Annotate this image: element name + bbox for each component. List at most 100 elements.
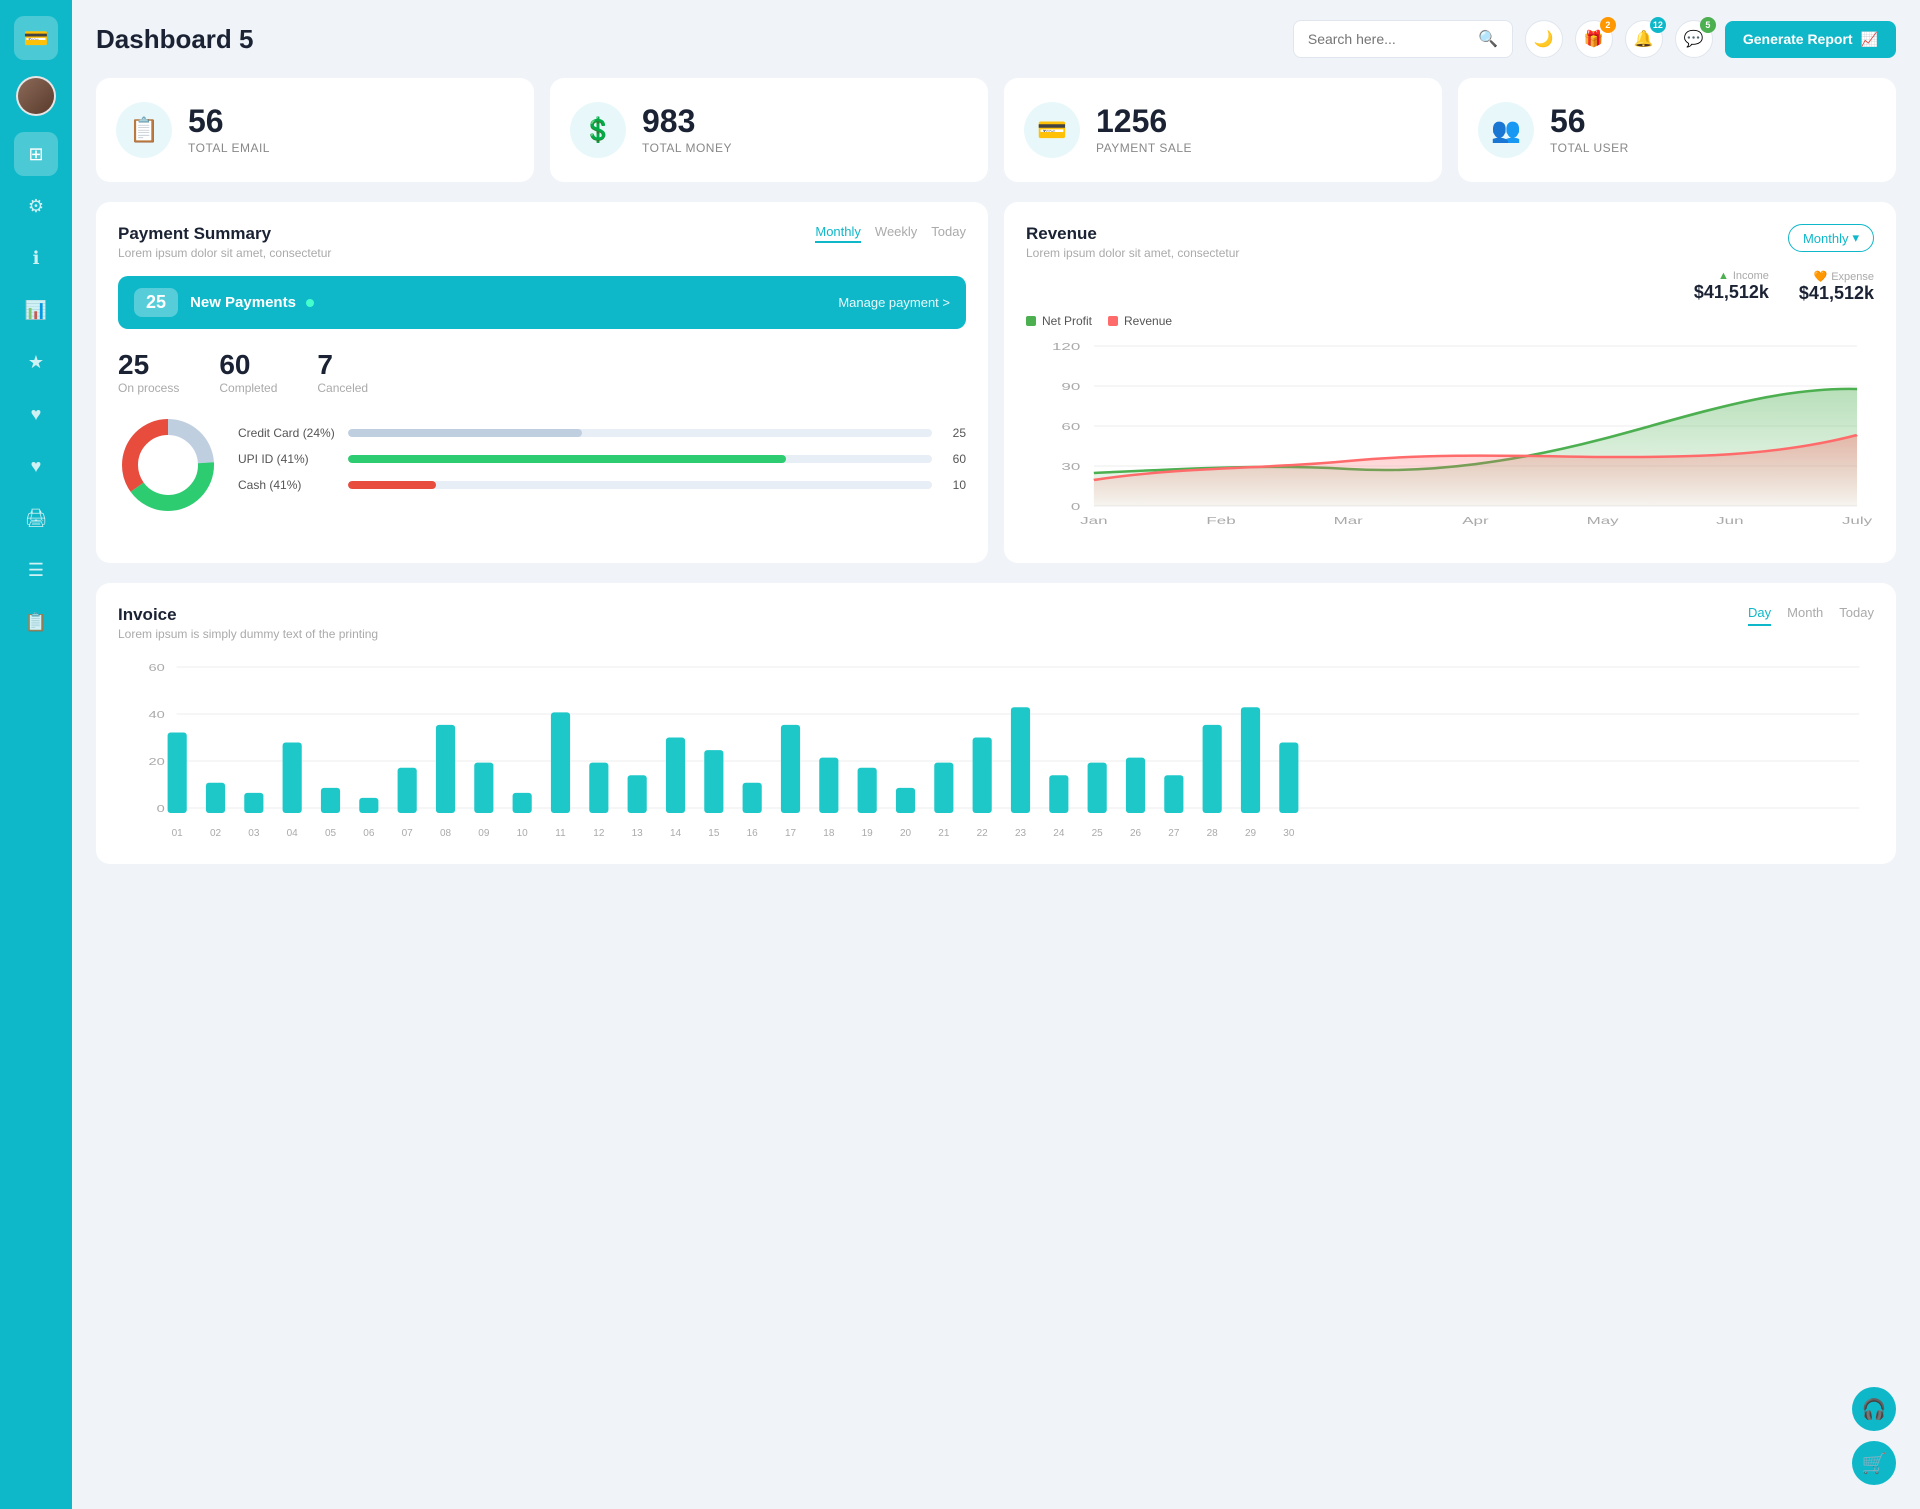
canceled-label: Canceled (317, 381, 368, 395)
page-title: Dashboard 5 (96, 24, 254, 55)
bar-label-upi: UPI ID (41%) (238, 452, 338, 466)
svg-text:May: May (1587, 515, 1619, 526)
svg-text:01: 01 (172, 828, 184, 839)
bar-track-cc (348, 429, 932, 437)
money-value: 983 (642, 105, 732, 137)
svg-text:Jun: Jun (1716, 515, 1743, 526)
chat-badge: 5 (1700, 17, 1716, 33)
donut-chart (118, 415, 218, 515)
tab-today[interactable]: Today (931, 224, 966, 243)
inv-tab-day[interactable]: Day (1748, 605, 1771, 626)
generate-report-button[interactable]: Generate Report 📈 (1725, 21, 1896, 58)
revenue-subtitle: Lorem ipsum dolor sit amet, consectetur (1026, 246, 1239, 260)
tab-weekly[interactable]: Weekly (875, 224, 917, 243)
svg-text:05: 05 (325, 828, 337, 839)
svg-text:20: 20 (900, 828, 912, 839)
stat-info-payment: 1256 PAYMENT SALE (1096, 105, 1192, 155)
chat-button[interactable]: 💬 5 (1675, 20, 1713, 58)
income-value: $41,512k (1694, 282, 1769, 303)
sidebar-item-info[interactable]: ℹ (14, 236, 58, 280)
dark-mode-button[interactable]: 🌙 (1525, 20, 1563, 58)
bar-cash: Cash (41%) 10 (238, 478, 966, 492)
legend-revenue: Revenue (1108, 314, 1172, 328)
revenue-monthly-button[interactable]: Monthly ▾ (1788, 224, 1874, 252)
support-button[interactable]: 🎧 (1852, 1387, 1896, 1431)
tab-monthly[interactable]: Monthly (815, 224, 861, 243)
revenue-label: Revenue (1124, 314, 1172, 328)
inv-tab-today[interactable]: Today (1839, 605, 1874, 626)
payment-summary-card: Payment Summary Lorem ipsum dolor sit am… (96, 202, 988, 563)
svg-text:02: 02 (210, 828, 222, 839)
stat-info-user: 56 TOTAL USER (1550, 105, 1629, 155)
payment-value: 1256 (1096, 105, 1192, 137)
svg-text:29: 29 (1245, 828, 1257, 839)
svg-text:22: 22 (977, 828, 989, 839)
sidebar-item-list[interactable]: 📋 (14, 600, 58, 644)
metric-canceled: 7 Canceled (317, 349, 368, 395)
inv-tab-month[interactable]: Month (1787, 605, 1823, 626)
stat-card-payment: 💳 1256 PAYMENT SALE (1004, 78, 1442, 182)
svg-text:14: 14 (670, 828, 682, 839)
bar-credit-card: Credit Card (24%) 25 (238, 426, 966, 440)
svg-text:19: 19 (862, 828, 874, 839)
new-payments-bar: 25 New Payments Manage payment > (118, 276, 966, 329)
expense-value: $41,512k (1799, 283, 1874, 304)
income-stat: ▲ Income $41,512k (1694, 270, 1769, 304)
cart-button[interactable]: 🛒 (1852, 1441, 1896, 1485)
chevron-down-icon: ▾ (1852, 230, 1859, 246)
svg-text:30: 30 (1283, 828, 1295, 839)
svg-text:Jan: Jan (1080, 515, 1107, 526)
gift-badge: 2 (1600, 17, 1616, 33)
invoice-card: Invoice Lorem ipsum is simply dummy text… (96, 583, 1896, 864)
search-input[interactable] (1308, 31, 1470, 47)
gift-button[interactable]: 🎁 2 (1575, 20, 1613, 58)
search-box[interactable]: 🔍 (1293, 20, 1513, 58)
svg-text:10: 10 (517, 828, 529, 839)
sidebar-item-chart[interactable]: 📊 (14, 288, 58, 332)
svg-text:Feb: Feb (1206, 515, 1236, 526)
svg-text:03: 03 (248, 828, 260, 839)
email-label: TOTAL EMAIL (188, 141, 270, 155)
sidebar-item-star[interactable]: ★ (14, 340, 58, 384)
sidebar-item-print[interactable]: 🖨 (14, 496, 58, 540)
sidebar-item-heart[interactable]: ♥ (14, 392, 58, 436)
money-icon: 💲 (570, 102, 626, 158)
svg-text:06: 06 (363, 828, 375, 839)
svg-text:17: 17 (785, 828, 797, 839)
sidebar-item-heart2[interactable]: ♥ (14, 444, 58, 488)
sidebar-logo[interactable]: 💳 (14, 16, 58, 60)
bar-fill-cash (348, 481, 436, 489)
stat-card-email: 📋 56 TOTAL EMAIL (96, 78, 534, 182)
revenue-dot (1108, 316, 1118, 326)
email-value: 56 (188, 105, 270, 137)
bar-val-upi: 60 (942, 452, 966, 466)
revenue-monthly-label: Monthly (1803, 231, 1849, 246)
user-value: 56 (1550, 105, 1629, 137)
sidebar-avatar[interactable] (16, 76, 56, 116)
sidebar-item-dashboard[interactable]: ⊞ (14, 132, 58, 176)
svg-text:15: 15 (708, 828, 720, 839)
svg-text:July: July (1842, 515, 1872, 526)
bar-label-cash: Cash (41%) (238, 478, 338, 492)
sidebar-item-settings[interactable]: ⚙ (14, 184, 58, 228)
main-content: Dashboard 5 🔍 🌙 🎁 2 🔔 12 💬 5 Generate Re… (72, 0, 1920, 1509)
revenue-legend: Net Profit Revenue (1026, 314, 1874, 328)
completed-label: Completed (219, 381, 277, 395)
payment-label: PAYMENT SALE (1096, 141, 1192, 155)
manage-payment-link[interactable]: Manage payment > (838, 295, 950, 310)
bell-button[interactable]: 🔔 12 (1625, 20, 1663, 58)
header-right: 🔍 🌙 🎁 2 🔔 12 💬 5 Generate Report 📈 (1293, 20, 1896, 58)
svg-text:26: 26 (1130, 828, 1142, 839)
sidebar-item-menu[interactable]: ☰ (14, 548, 58, 592)
chart-icon: 📈 (1861, 31, 1878, 48)
expense-icon: 🧡 (1813, 270, 1827, 283)
svg-text:27: 27 (1168, 828, 1180, 839)
legend-net-profit: Net Profit (1026, 314, 1092, 328)
metric-on-process: 25 On process (118, 349, 179, 395)
svg-text:08: 08 (440, 828, 452, 839)
bell-badge: 12 (1650, 17, 1666, 33)
svg-text:24: 24 (1053, 828, 1065, 839)
new-payments-dot (306, 299, 314, 307)
content-row: Payment Summary Lorem ipsum dolor sit am… (96, 202, 1896, 563)
invoice-title: Invoice (118, 605, 378, 625)
